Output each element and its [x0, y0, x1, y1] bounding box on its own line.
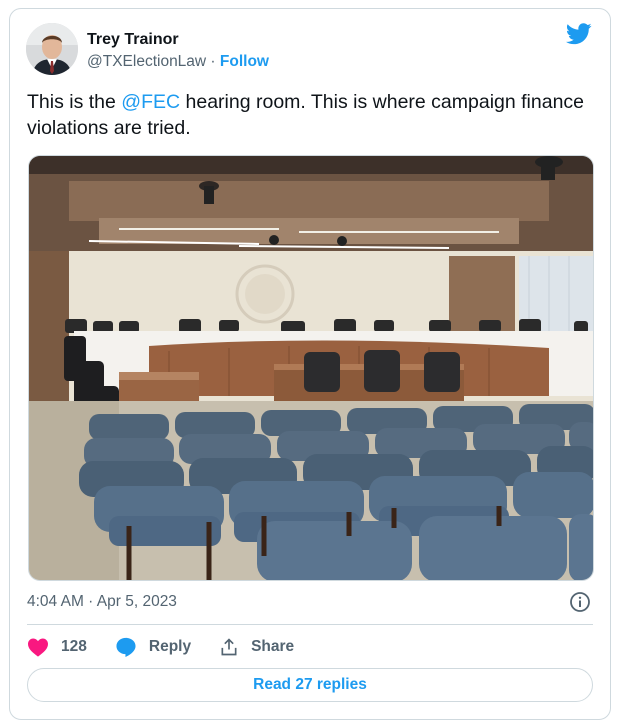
- twitter-bird-icon[interactable]: [566, 23, 592, 45]
- author-name[interactable]: Trey Trainor: [87, 31, 179, 49]
- action-bar: 128 Reply Share: [27, 633, 322, 661]
- like-count: 128: [61, 638, 87, 655]
- tweet-card: Trey Trainor @TXElectionLaw · Follow Thi…: [9, 8, 611, 720]
- follow-link[interactable]: Follow: [220, 53, 269, 70]
- separator: ·: [206, 53, 220, 70]
- author-handle[interactable]: @TXElectionLaw: [87, 53, 206, 70]
- read-replies-button[interactable]: Read 27 replies: [27, 668, 593, 702]
- avatar[interactable]: [26, 23, 78, 75]
- share-icon: [221, 638, 237, 656]
- heart-icon: [28, 638, 48, 657]
- mention-link[interactable]: @FEC: [121, 91, 180, 113]
- avatar-photo: [26, 23, 78, 75]
- share-button[interactable]: Share: [219, 637, 294, 657]
- reply-bubble-icon: [116, 637, 136, 657]
- tweet-timestamp[interactable]: 4:04 AM · Apr 5, 2023: [27, 593, 177, 611]
- tweet-photo[interactable]: [28, 155, 594, 581]
- reply-button[interactable]: Reply: [115, 637, 191, 657]
- hearing-room-photo: [29, 156, 593, 580]
- info-icon[interactable]: [569, 591, 591, 613]
- tweet-text: This is the @FEC hearing room. This is w…: [27, 89, 587, 141]
- reply-label: Reply: [148, 638, 192, 655]
- divider: [27, 624, 593, 625]
- like-button[interactable]: 128: [27, 637, 87, 657]
- share-label: Share: [251, 638, 295, 655]
- tweet-text-start: This is the: [27, 91, 122, 113]
- author-handle-line: @TXElectionLaw · Follow: [87, 53, 269, 71]
